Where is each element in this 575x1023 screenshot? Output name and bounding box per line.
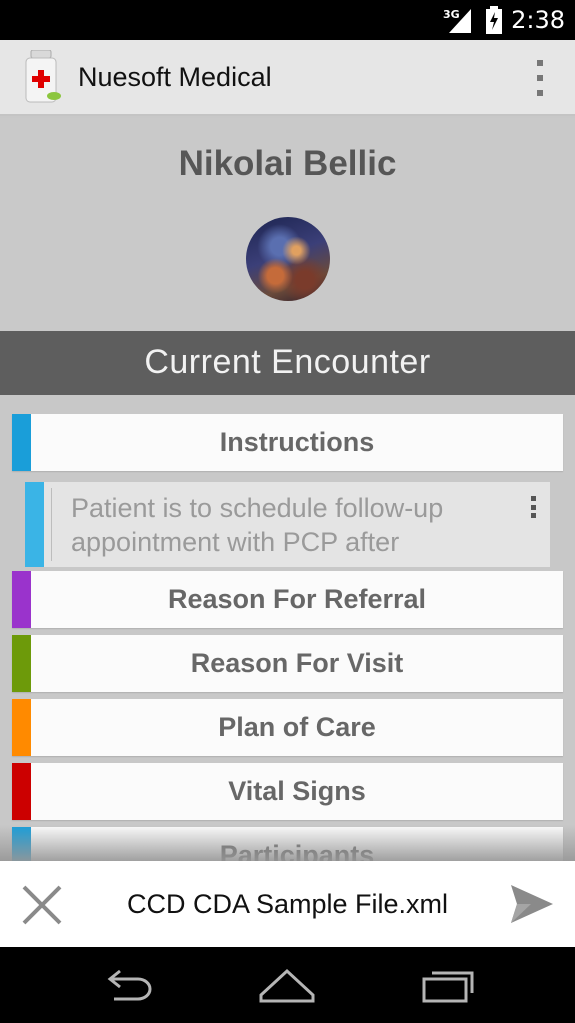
home-icon[interactable]: [257, 965, 317, 1005]
list-item-label: Instructions: [219, 427, 375, 457]
overflow-menu-icon[interactable]: [535, 60, 545, 96]
app-logo-icon: [25, 50, 61, 103]
file-bar: CCD CDA Sample File.xml: [0, 861, 575, 947]
list-item-label: Vital Signs: [228, 776, 366, 806]
color-bar: [12, 699, 31, 756]
divider: [51, 488, 52, 561]
list-item-reason-for-visit[interactable]: Reason For Visit: [12, 635, 563, 692]
network-type-label: 3G: [443, 8, 460, 21]
list-item-label: Plan of Care: [218, 712, 376, 742]
list-item-label: Reason For Referral: [167, 584, 427, 614]
app-title: Nuesoft Medical: [78, 62, 272, 92]
color-bar: [12, 571, 31, 628]
patient-name: Nikolai Bellic: [178, 144, 397, 183]
encounter-list[interactable]: Instructions Patient is to schedule foll…: [0, 395, 575, 861]
item-overflow-menu-icon[interactable]: [531, 496, 536, 518]
signal-icon: 3G: [443, 8, 472, 33]
navigation-bar: [0, 947, 575, 1023]
status-bar: 3G 2:38: [0, 0, 575, 40]
status-time: 2:38: [511, 6, 565, 34]
patient-header: Nikolai Bellic: [0, 118, 575, 331]
instructions-text: Patient is to schedule follow-up appoint…: [71, 493, 444, 557]
recents-icon[interactable]: [418, 965, 478, 1005]
battery-icon: [486, 6, 503, 34]
color-bar: [12, 635, 31, 692]
list-item-vital-signs[interactable]: Vital Signs: [12, 763, 563, 820]
status-icons: 3G 2:38: [443, 0, 565, 40]
color-bar: [12, 827, 31, 861]
list-item-plan-of-care[interactable]: Plan of Care: [12, 699, 563, 756]
list-item-label: Reason For Visit: [190, 648, 404, 678]
section-title: Current Encounter: [144, 343, 431, 381]
back-icon[interactable]: [98, 965, 158, 1005]
action-bar: Nuesoft Medical: [0, 40, 575, 116]
section-header: Current Encounter: [0, 331, 575, 395]
send-icon[interactable]: [509, 881, 555, 927]
list-item-reason-for-referral[interactable]: Reason For Referral: [12, 571, 563, 628]
color-bar: [25, 482, 44, 567]
instructions-detail[interactable]: Patient is to schedule follow-up appoint…: [25, 482, 550, 567]
list-item-label: Participants: [219, 840, 375, 861]
file-name: CCD CDA Sample File.xml: [126, 889, 449, 919]
list-item-instructions[interactable]: Instructions: [12, 414, 563, 471]
color-bar: [12, 414, 31, 471]
close-icon[interactable]: [20, 883, 64, 927]
list-item-participants[interactable]: Participants: [12, 827, 563, 861]
color-bar: [12, 763, 31, 820]
patient-avatar[interactable]: [246, 217, 330, 301]
